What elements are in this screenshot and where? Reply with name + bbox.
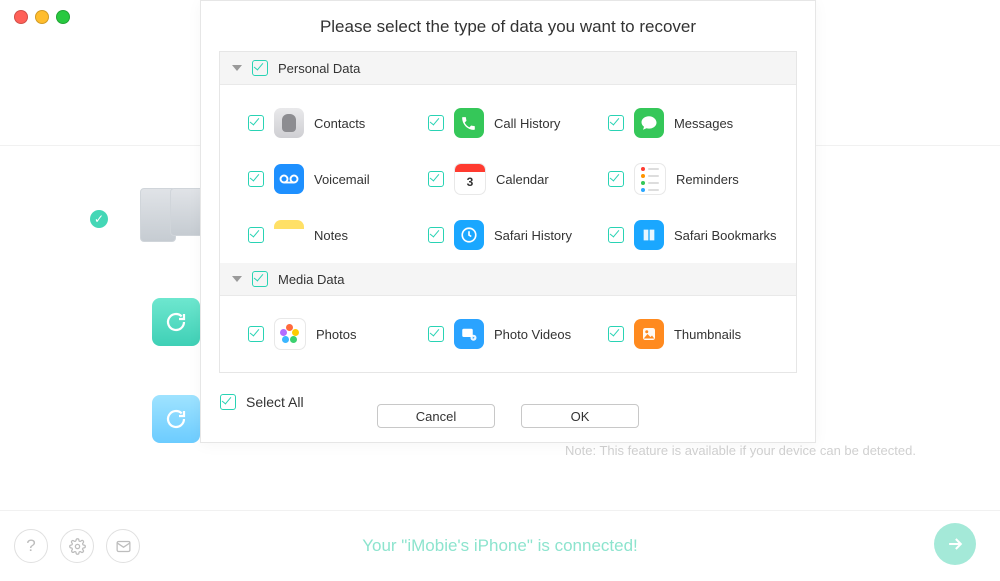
section-header-personal[interactable]: Personal Data: [220, 52, 796, 85]
thumbnails-icon: [634, 319, 664, 349]
item-label: Calendar: [496, 172, 549, 187]
checkbox[interactable]: [248, 326, 264, 342]
item-safari-history[interactable]: Safari History: [428, 207, 608, 263]
data-panel: Personal Data Contacts Call History M: [219, 51, 797, 373]
item-label: Contacts: [314, 116, 365, 131]
phone-icon: [454, 108, 484, 138]
personal-grid: Contacts Call History Messages: [220, 85, 796, 263]
media-grid: Photos Photo Videos Thumbnails: [220, 296, 796, 372]
calendar-icon: 3: [454, 163, 486, 195]
item-contacts[interactable]: Contacts: [248, 95, 428, 151]
cancel-button[interactable]: Cancel: [377, 404, 495, 428]
ok-button[interactable]: OK: [521, 404, 639, 428]
checkbox[interactable]: [248, 171, 264, 187]
checkbox[interactable]: [248, 227, 264, 243]
item-reminders[interactable]: Reminders: [608, 151, 788, 207]
safari-bookmarks-icon: [634, 220, 664, 250]
item-label: Call History: [494, 116, 560, 131]
checkbox[interactable]: [608, 227, 624, 243]
item-label: Messages: [674, 116, 733, 131]
section-title: Media Data: [278, 272, 344, 287]
photos-icon: [274, 318, 306, 350]
connection-status: Your "iMobie's iPhone" is connected!: [0, 536, 1000, 556]
checkbox[interactable]: [428, 115, 444, 131]
item-label: Thumbnails: [674, 327, 741, 342]
safari-history-icon: [454, 220, 484, 250]
recover-itunes-icon[interactable]: [152, 298, 200, 346]
section-header-media[interactable]: Media Data: [220, 263, 796, 296]
checkbox[interactable]: [608, 115, 624, 131]
item-label: Notes: [314, 228, 348, 243]
photo-videos-icon: [454, 319, 484, 349]
footer: ? Your "iMobie's iPhone" is connected!: [0, 510, 1000, 581]
section-checkbox[interactable]: [252, 60, 268, 76]
chevron-down-icon: [232, 276, 242, 282]
item-call-history[interactable]: Call History: [428, 95, 608, 151]
checkbox[interactable]: [428, 326, 444, 342]
checkbox[interactable]: [428, 171, 444, 187]
item-label: Photos: [316, 327, 356, 342]
checkbox[interactable]: [428, 227, 444, 243]
item-label: Voicemail: [314, 172, 370, 187]
item-notes[interactable]: Notes: [248, 207, 428, 263]
item-photo-videos[interactable]: Photo Videos: [428, 306, 608, 362]
checkbox[interactable]: [608, 171, 624, 187]
item-safari-bookmarks[interactable]: Safari Bookmarks: [608, 207, 788, 263]
item-label: Safari History: [494, 228, 572, 243]
item-label: Safari Bookmarks: [674, 228, 777, 243]
checkbox[interactable]: [248, 115, 264, 131]
item-label: Reminders: [676, 172, 739, 187]
feature-note: Note: This feature is available if your …: [565, 443, 916, 458]
item-messages[interactable]: Messages: [608, 95, 788, 151]
step-complete-icon: ✓: [90, 210, 108, 228]
chevron-down-icon: [232, 65, 242, 71]
select-data-dialog: Please select the type of data you want …: [200, 0, 816, 443]
recover-icloud-icon[interactable]: [152, 395, 200, 443]
item-voicemail[interactable]: Voicemail: [248, 151, 428, 207]
next-button[interactable]: [934, 523, 976, 565]
contacts-icon: [274, 108, 304, 138]
voicemail-icon: [274, 164, 304, 194]
messages-icon: [634, 108, 664, 138]
item-calendar[interactable]: 3 Calendar: [428, 151, 608, 207]
item-label: Photo Videos: [494, 327, 571, 342]
section-title: Personal Data: [278, 61, 360, 76]
section-checkbox[interactable]: [252, 271, 268, 287]
item-thumbnails[interactable]: Thumbnails: [608, 306, 788, 362]
notes-icon: [274, 220, 304, 250]
checkbox[interactable]: [608, 326, 624, 342]
dialog-title: Please select the type of data you want …: [201, 17, 815, 37]
device-thumbs: [140, 188, 206, 242]
item-photos[interactable]: Photos: [248, 306, 428, 362]
dialog-buttons: Cancel OK: [201, 404, 815, 428]
reminders-icon: [634, 163, 666, 195]
